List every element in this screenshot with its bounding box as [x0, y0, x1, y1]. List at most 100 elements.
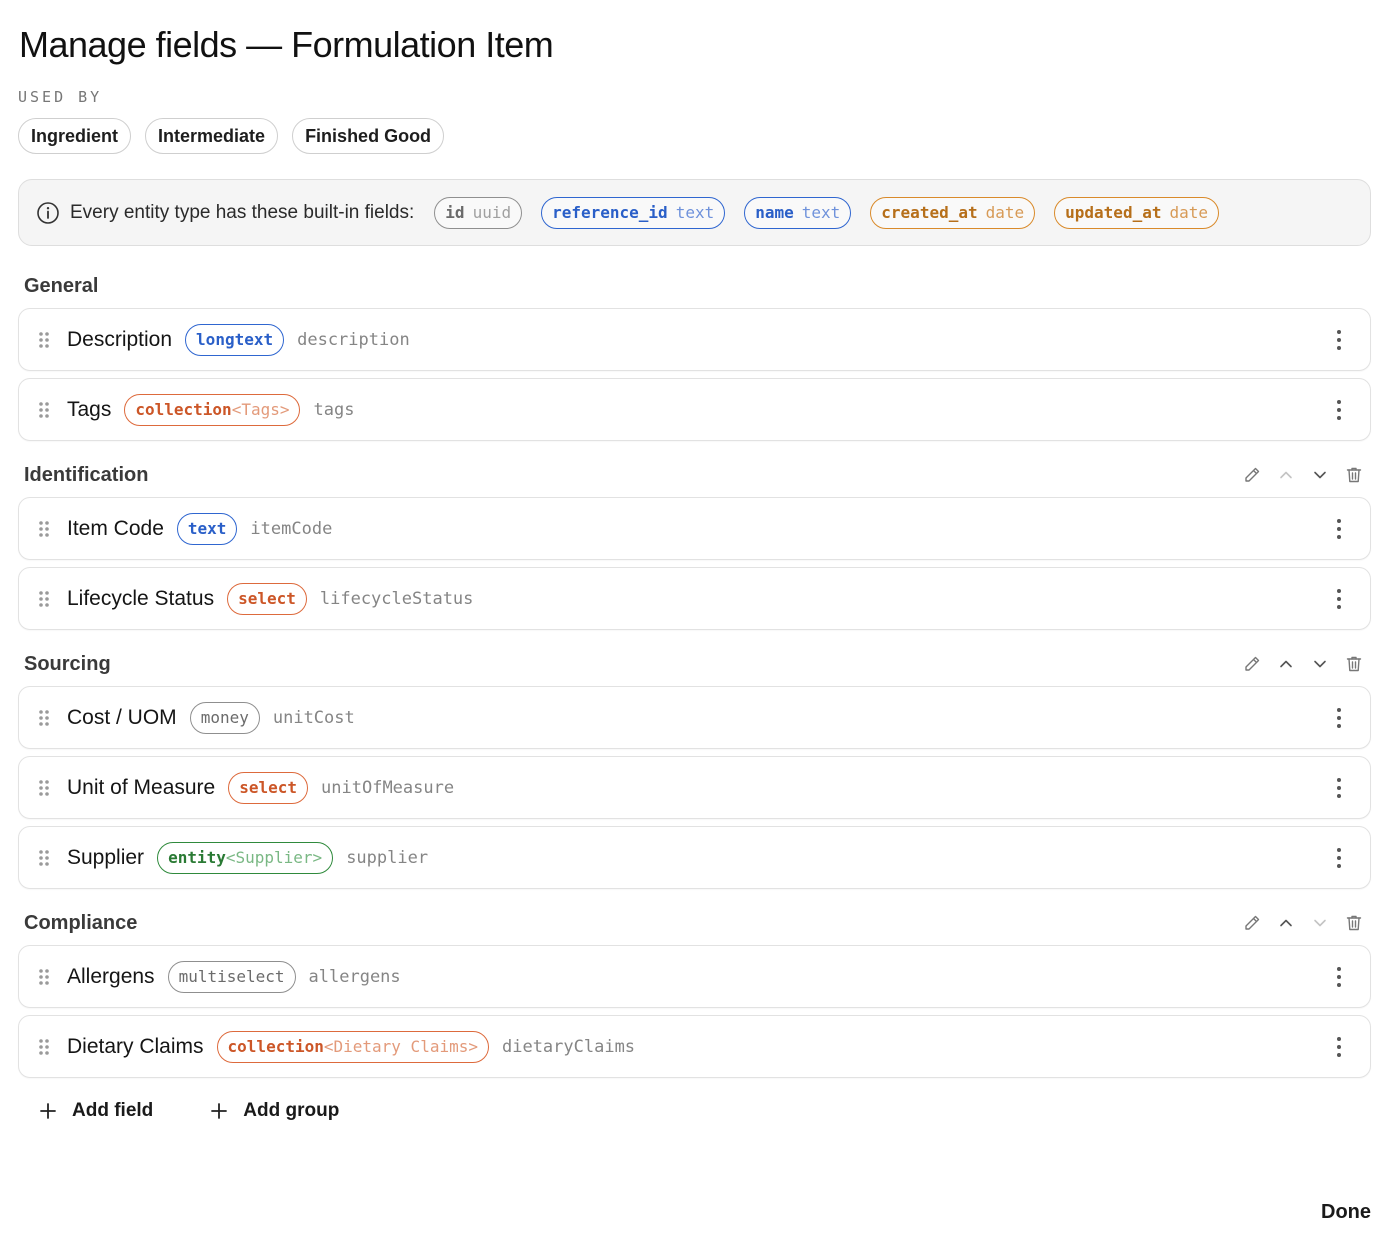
field-type-chip: select: [227, 582, 307, 615]
pencil-icon[interactable]: [1242, 654, 1262, 674]
used-by-chip-finished-good[interactable]: Finished Good: [292, 118, 445, 154]
more-vertical-icon[interactable]: [1336, 399, 1342, 421]
field-label: Lifecycle Status: [67, 586, 215, 610]
field-label: Dietary Claims: [67, 1034, 204, 1058]
add-group-button[interactable]: Add group: [209, 1100, 339, 1122]
add-group-label: Add group: [243, 1100, 340, 1121]
field-key: lifecycleStatus: [319, 588, 474, 609]
trash-icon[interactable]: [1344, 913, 1364, 933]
chevron-up-icon[interactable]: [1276, 465, 1296, 485]
page-title: Manage fields — Formulation Item: [19, 24, 554, 65]
group-header-compliance: Compliance: [24, 908, 1370, 938]
chevron-down-icon[interactable]: [1310, 654, 1330, 674]
more-vertical-icon[interactable]: [1336, 966, 1342, 988]
field-type-chip: collection <Dietary Claims>: [216, 1030, 489, 1063]
field-label: Unit of Measure: [67, 775, 216, 799]
field-row-dietary-claims[interactable]: Dietary Claims collection <Dietary Claims…: [18, 1015, 1371, 1078]
field-key: description: [297, 329, 410, 350]
group-header-identification: Identification: [24, 460, 1370, 490]
plus-icon: [211, 1103, 228, 1119]
group-title: Identification: [24, 463, 149, 486]
field-label: Cost / UOM: [67, 705, 177, 729]
builtin-field-reference-id: reference_id text: [541, 196, 726, 229]
group-title: Compliance: [24, 911, 138, 934]
footer-actions: Add field Add group: [38, 1100, 339, 1122]
field-row-supplier[interactable]: Supplier entity <Supplier> supplier: [18, 826, 1371, 889]
field-type-chip: longtext: [185, 323, 285, 356]
builtin-fields-notice: Every entity type has these built-in fie…: [18, 179, 1371, 246]
more-vertical-icon[interactable]: [1336, 847, 1342, 869]
field-type-chip: text: [176, 512, 238, 545]
used-by-chip-intermediate[interactable]: Intermediate: [145, 118, 279, 154]
group-header-sourcing: Sourcing: [24, 649, 1370, 679]
add-field-button[interactable]: Add field: [38, 1100, 153, 1122]
more-vertical-icon[interactable]: [1336, 777, 1342, 799]
drag-handle-icon[interactable]: [37, 519, 51, 539]
field-label: Tags: [67, 397, 112, 421]
field-row-cost-uom[interactable]: Cost / UOM money unitCost: [18, 686, 1371, 749]
used-by-chip-ingredient[interactable]: Ingredient: [18, 118, 132, 154]
field-type-chip: multiselect: [167, 960, 296, 993]
pencil-icon[interactable]: [1242, 913, 1262, 933]
field-key: itemCode: [250, 518, 333, 539]
chevron-up-icon[interactable]: [1276, 654, 1296, 674]
group-tools: [1242, 654, 1364, 674]
field-type-chip: entity <Supplier>: [157, 841, 334, 874]
group-title: Sourcing: [24, 652, 111, 675]
more-vertical-icon[interactable]: [1336, 329, 1342, 351]
trash-icon[interactable]: [1344, 654, 1364, 674]
group-title: General: [24, 274, 99, 297]
field-label: Allergens: [67, 964, 155, 988]
pencil-icon[interactable]: [1242, 465, 1262, 485]
builtin-field-name: name text: [744, 196, 852, 229]
more-vertical-icon[interactable]: [1336, 588, 1342, 610]
field-row-item-code[interactable]: Item Code text itemCode: [18, 497, 1371, 560]
field-type-chip: select: [228, 771, 309, 804]
chevron-down-icon[interactable]: [1310, 465, 1330, 485]
drag-handle-icon[interactable]: [37, 778, 51, 798]
field-key: allergens: [308, 966, 401, 987]
drag-handle-icon[interactable]: [37, 400, 51, 420]
field-label: Item Code: [67, 516, 164, 540]
field-type-chip: money: [189, 701, 260, 734]
field-label: Description: [67, 327, 173, 351]
more-vertical-icon[interactable]: [1336, 1036, 1342, 1058]
done-button[interactable]: Done: [1321, 1201, 1371, 1224]
used-by-list: Ingredient Intermediate Finished Good: [18, 118, 445, 154]
field-row-unit-of-measure[interactable]: Unit of Measure select unitOfMeasure: [18, 756, 1371, 819]
builtin-field-created-at: created_at date: [870, 196, 1036, 229]
drag-handle-icon[interactable]: [37, 330, 51, 350]
field-key: tags: [313, 399, 355, 420]
field-row-tags[interactable]: Tags collection <Tags> tags: [18, 378, 1371, 441]
more-vertical-icon[interactable]: [1336, 518, 1342, 540]
drag-handle-icon[interactable]: [37, 1037, 51, 1057]
used-by-label: USED BY: [18, 88, 103, 106]
field-row-allergens[interactable]: Allergens multiselect allergens: [18, 945, 1371, 1008]
info-icon: [37, 201, 59, 224]
field-key: unitCost: [272, 707, 355, 728]
plus-icon: [40, 1103, 56, 1119]
field-key: dietaryClaims: [501, 1036, 636, 1057]
field-type-chip: collection <Tags>: [124, 393, 301, 426]
field-row-description[interactable]: Description longtext description: [18, 308, 1371, 371]
field-row-lifecycle-status[interactable]: Lifecycle Status select lifecycleStatus: [18, 567, 1371, 630]
group-tools: [1242, 913, 1364, 933]
drag-handle-icon[interactable]: [37, 589, 51, 609]
builtin-fields-text: Every entity type has these built-in fie…: [70, 201, 415, 223]
chevron-down-icon[interactable]: [1310, 913, 1330, 933]
manage-fields-dialog: Manage fields — Formulation Item USED BY…: [0, 0, 1400, 1250]
trash-icon[interactable]: [1344, 465, 1364, 485]
builtin-field-updated-at: updated_at date: [1054, 196, 1219, 229]
field-key: unitOfMeasure: [321, 777, 455, 798]
field-key: supplier: [346, 847, 429, 868]
field-label: Supplier: [67, 845, 145, 869]
drag-handle-icon[interactable]: [37, 967, 51, 987]
builtin-field-id: id uuid: [434, 196, 523, 229]
drag-handle-icon[interactable]: [37, 708, 51, 728]
add-field-label: Add field: [72, 1100, 154, 1121]
more-vertical-icon[interactable]: [1336, 707, 1342, 729]
group-tools: [1242, 465, 1364, 485]
group-header-general: General: [24, 271, 1370, 301]
chevron-up-icon[interactable]: [1276, 913, 1296, 933]
drag-handle-icon[interactable]: [37, 848, 51, 868]
